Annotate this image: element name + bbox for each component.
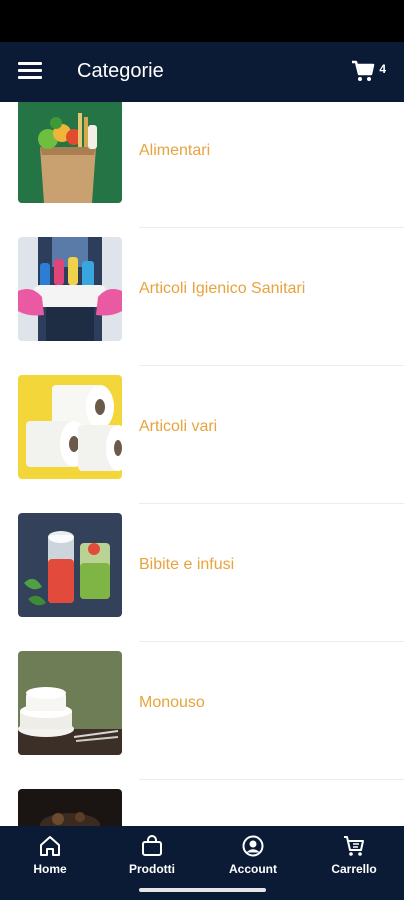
drinks-image	[18, 513, 122, 617]
category-label: Articoli Igienico Sanitari	[139, 280, 306, 297]
paper-rolls-image	[18, 375, 122, 479]
disposable-plates-image	[18, 651, 122, 755]
category-item-igienico-sanitari[interactable]: Articoli Igienico Sanitari	[0, 197, 404, 366]
category-item-articoli-vari[interactable]: Articoli vari	[0, 335, 404, 504]
shopping-bag-icon	[142, 835, 162, 856]
nav-item-home[interactable]: Home	[10, 834, 90, 880]
nav-item-account[interactable]: Account	[213, 834, 293, 880]
cart-count-badge: 4	[379, 62, 386, 76]
header-cart-button[interactable]: 4	[351, 60, 386, 84]
category-list[interactable]: Alimentari Articoli Igienico Sanitari Ar…	[0, 102, 404, 826]
category-item-alimentari[interactable]: Alimentari	[0, 102, 404, 228]
account-icon	[242, 835, 264, 857]
app-bar: Categorie 4	[0, 42, 404, 102]
category-label: Alimentari	[139, 142, 211, 159]
nav-label: Prodotti	[129, 862, 175, 876]
gesture-bar[interactable]	[139, 888, 266, 892]
category-label: Bibite e infusi	[139, 556, 235, 573]
home-icon	[40, 836, 60, 856]
category-item-monouso[interactable]: Monouso	[0, 611, 404, 780]
category-item-bibite-infusi[interactable]: Bibite e infusi	[0, 473, 404, 642]
dark-food-image	[18, 789, 122, 826]
shopping-cart-icon	[352, 60, 375, 81]
grocery-bag-image	[18, 102, 122, 203]
cart-icon	[344, 836, 364, 856]
category-label: Monouso	[139, 694, 205, 711]
nav-label: Account	[229, 862, 277, 876]
nav-item-prodotti[interactable]: Prodotti	[112, 834, 192, 880]
status-bar	[0, 0, 404, 42]
category-item-partial[interactable]	[0, 749, 404, 826]
cleaning-supplies-image	[18, 237, 122, 341]
nav-label: Home	[33, 862, 67, 876]
category-label: Articoli vari	[139, 418, 218, 435]
nav-item-carrello[interactable]: Carrello	[314, 834, 394, 880]
page-title: Categorie	[77, 60, 164, 82]
nav-label: Carrello	[331, 862, 377, 876]
hamburger-menu-icon[interactable]	[18, 62, 42, 82]
